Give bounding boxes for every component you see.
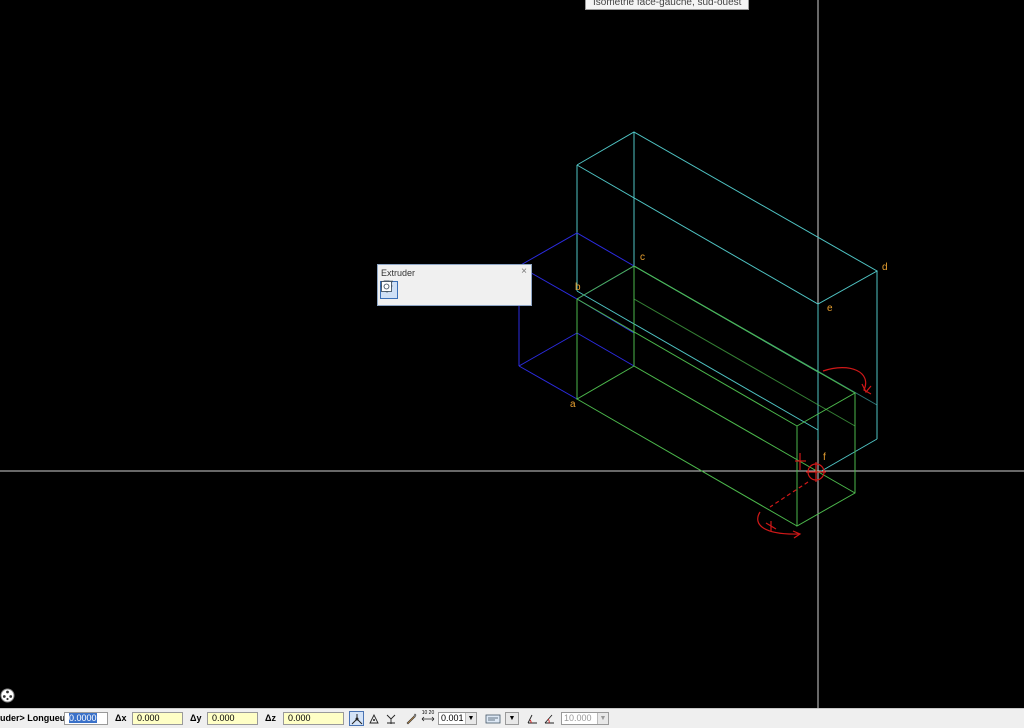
delta-x-label: Δx <box>115 713 127 723</box>
chevron-down-icon: ▼ <box>465 713 476 724</box>
wireframe-canvas <box>0 0 1024 708</box>
display-mode-dropdown[interactable]: ▼ <box>505 712 519 725</box>
precision-dropdown[interactable]: 0.001 ▼ <box>438 712 477 725</box>
pen-icon <box>406 712 416 724</box>
toolbar-title: Extruder <box>381 268 416 278</box>
drawing-viewport[interactable]: Isométrie face-gauche, sud-ouest a b c d… <box>0 0 1024 708</box>
chevron-down-icon: ▼ <box>597 713 608 724</box>
accessories-button[interactable] <box>0 688 15 703</box>
intersection-snap-icon <box>386 714 395 724</box>
green-box-wireframe <box>576 265 856 527</box>
options-tool-button[interactable] <box>381 281 525 298</box>
snap-intersection-button[interactable] <box>383 711 398 726</box>
sphere-tool-button[interactable] <box>381 281 483 298</box>
ratio-indicator: 10 20 <box>420 710 436 726</box>
chevron-down-icon: ▼ <box>506 713 518 724</box>
point-label-c: c <box>640 252 645 263</box>
display-mode-icon <box>485 714 501 723</box>
close-icon[interactable]: × <box>521 266 527 277</box>
center-snap-icon <box>368 713 379 723</box>
snap-center-button[interactable] <box>366 711 381 726</box>
point-label-b: b <box>575 282 581 293</box>
options-icon <box>381 281 392 292</box>
command-prompt: uder> Longueur <box>0 713 69 723</box>
extruder-toolbar[interactable]: Extruder × <box>377 264 532 306</box>
delta-x-input[interactable]: 0.000 <box>132 712 183 725</box>
angle-snap-icon <box>544 714 554 723</box>
snap-keypoint-button[interactable] <box>349 711 364 726</box>
status-bar: uder> Longueur 0.0000 Δx 0.000 Δy 0.000 … <box>0 708 1024 728</box>
taper-tool-button[interactable] <box>381 281 415 298</box>
pen-button[interactable] <box>403 711 418 726</box>
delta-y-input[interactable]: 0.000 <box>207 712 258 725</box>
point-label-f: f <box>823 452 826 463</box>
display-mode-button[interactable] <box>483 711 505 726</box>
delta-z-label: Δz <box>265 713 276 723</box>
box-tool-button[interactable] <box>381 280 466 298</box>
ratio-arrows-icon <box>421 716 435 722</box>
point-label-d: d <box>882 262 888 273</box>
delta-y-label: Δy <box>190 713 202 723</box>
view-orientation-tooltip: Isométrie face-gauche, sud-ouest <box>585 0 750 10</box>
wheel-icon <box>0 688 15 703</box>
point-label-a: a <box>570 399 576 410</box>
angle-dropdown[interactable]: 10.000 ▼ <box>561 712 609 725</box>
angle-lock-button[interactable] <box>524 711 539 726</box>
delta-z-input[interactable]: 0.000 <box>283 712 344 725</box>
keypoint-snap-icon <box>351 713 362 724</box>
length-input[interactable]: 0.0000 <box>64 712 108 725</box>
shell-tool-button[interactable] <box>381 281 432 298</box>
point-label-e: e <box>827 303 833 314</box>
polygon-prism-tool-button[interactable] <box>380 280 500 298</box>
angle-icon <box>527 714 537 723</box>
revolve-tool-button[interactable] <box>381 282 449 298</box>
angle-snap-button[interactable] <box>541 711 556 726</box>
